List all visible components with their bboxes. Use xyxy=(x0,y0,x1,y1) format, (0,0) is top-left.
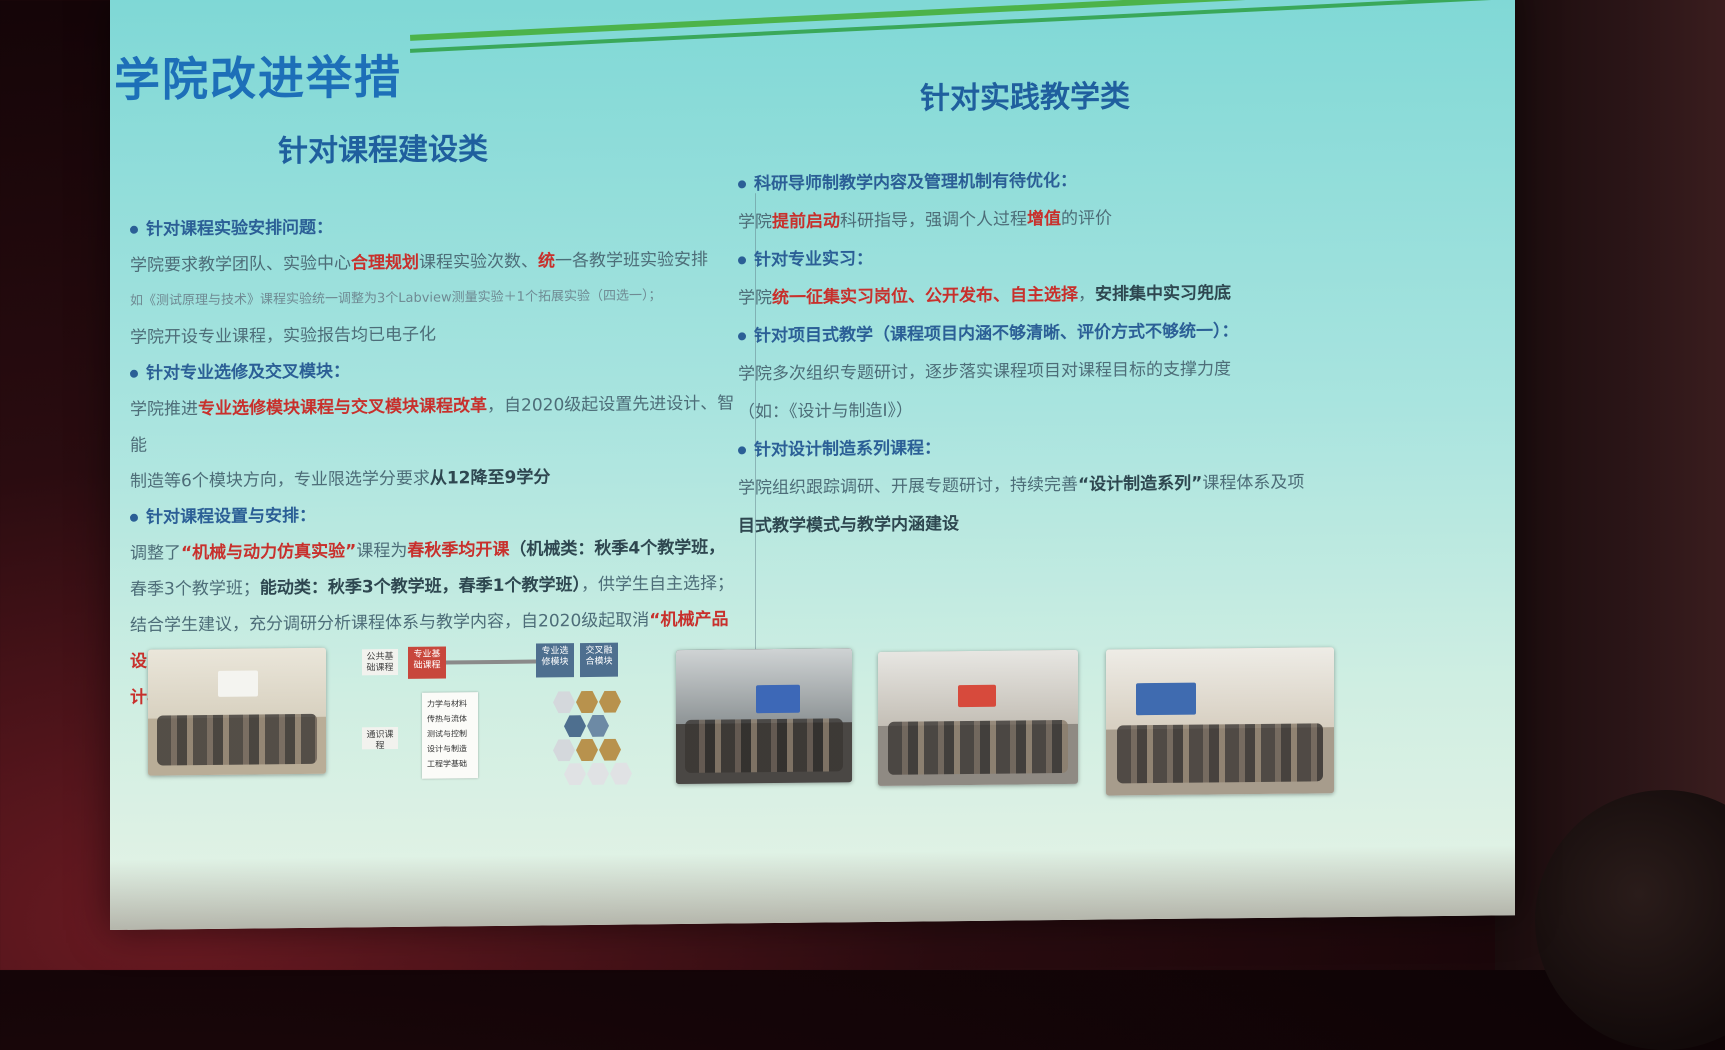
diagram-hexagon xyxy=(599,739,621,761)
meeting-photo-2 xyxy=(676,648,852,785)
highlight: 提前启动 xyxy=(772,211,840,233)
diagram-hexagon xyxy=(576,739,598,761)
meeting-photo-4 xyxy=(1106,647,1334,796)
text: 课程实验次数、 xyxy=(419,251,538,273)
bold: 从12降至9学分 xyxy=(429,467,551,489)
photo-screen xyxy=(218,670,258,697)
bullet-dot-icon xyxy=(738,256,746,265)
photo-screen xyxy=(756,684,800,714)
highlight: 统一征集实习岗位、公开发布、自主选择 xyxy=(772,284,1078,309)
bullet-label: 针对专业选修及交叉模块： xyxy=(146,361,350,384)
text: 制造等6个模块方向，专业限选学分要求 xyxy=(130,468,430,492)
text: 调整了 xyxy=(130,543,181,564)
diagram-hexagon xyxy=(553,739,575,761)
right-column: 科研导师制教学内容及管理机制有待优化： 学院提前启动科研指导，强调个人过程增值的… xyxy=(738,159,1388,546)
bullet-dot-icon xyxy=(130,513,138,522)
text: 结合学生建议，充分调研分析课程体系与教学内容，自2020级起取消 xyxy=(130,610,650,636)
diagram-box-public: 公共基础课程 xyxy=(362,648,398,676)
photo-people xyxy=(1117,723,1323,784)
highlight: 统 xyxy=(538,251,555,272)
bullet-label: 针对项目式教学（课程项目内涵不够清晰、评价方式不够统一）： xyxy=(754,321,1239,347)
highlight: 专业选修模块课程与交叉模块课程改革 xyxy=(198,396,487,420)
highlight: 合理规划 xyxy=(351,252,419,274)
text: ， xyxy=(1078,284,1095,305)
bold: 能动类：秋季3个教学班，春季1个教学班） xyxy=(259,575,581,599)
bullet-dot-icon xyxy=(738,180,746,189)
bullet-label: 针对设计制造系列课程： xyxy=(754,438,941,461)
text: 一各教学班实验安排 xyxy=(555,249,708,272)
diagram-list-item: 力学与材料 xyxy=(427,699,467,709)
bullet-dot-icon xyxy=(130,369,138,378)
text: 学院推进 xyxy=(130,399,198,420)
meeting-photo-3 xyxy=(878,649,1078,786)
meeting-photo-1 xyxy=(148,647,326,776)
right-heading: 针对实践教学类 xyxy=(920,79,1130,117)
photo-people xyxy=(684,718,844,774)
diagram-box-elective: 专业选修模块 xyxy=(536,643,574,678)
bullet-label: 针对课程实验安排问题： xyxy=(146,217,333,240)
photo-screen xyxy=(958,684,996,708)
diagram-hexagon xyxy=(587,763,609,785)
left-b1-line2: 如《测试原理与技术》课程实验统一调整为3个Labview测量实验＋1个拓展实验（… xyxy=(130,288,662,309)
bold: “设计制造系列” xyxy=(1078,473,1203,495)
text: 的评价 xyxy=(1061,208,1112,230)
highlight: 春秋季均开课 xyxy=(407,539,510,561)
diagram-hexagon xyxy=(553,691,575,713)
diagram-list-item: 测试与控制 xyxy=(427,729,467,739)
bullet-label: 针对专业实习： xyxy=(754,249,873,271)
diagram-connector xyxy=(446,659,536,665)
diagram-hexagon xyxy=(587,715,609,737)
bullet-label: 针对课程设置与安排： xyxy=(146,505,316,528)
text: 学院组织跟踪调研、开展专题研讨，持续完善 xyxy=(738,474,1078,499)
diagram-box-professional: 专业基础课程 xyxy=(408,646,446,679)
bold: （机械类：秋季4个教学班， xyxy=(509,537,726,560)
text: 春季3个教学班； xyxy=(130,578,260,600)
bold: 安排集中实习兜底 xyxy=(1095,283,1231,305)
diagram-box-general: 通识课程 xyxy=(362,726,398,751)
diagram-list-item: 传热与流体 xyxy=(427,714,467,724)
diagram-hexagon xyxy=(564,763,586,785)
photo-people xyxy=(888,719,1068,776)
text: 课程为 xyxy=(356,540,408,562)
text: ，供学生自主选择； xyxy=(581,573,734,596)
diagram-hexagon xyxy=(610,763,632,785)
left-b2-line1: 学院推进专业选修模块课程与交叉模块课程改革，自2020级起设置先进设计、智能 xyxy=(130,385,740,463)
bullet-dot-icon xyxy=(738,332,746,341)
photo-people xyxy=(156,713,318,766)
right-b4-line1: 学院组织跟踪调研、开展专题研讨，持续完善“设计制造系列”课程体系及项 xyxy=(738,463,1388,508)
left-heading: 针对课程建设类 xyxy=(278,132,488,170)
photo-screen xyxy=(1136,682,1196,716)
diagram-list: 力学与材料 传热与流体 测试与控制 设计与制造 工程学基础 xyxy=(422,692,478,779)
text: 课程体系及项 xyxy=(1202,472,1305,494)
highlight: “机械与动力仿真实验” xyxy=(181,541,357,564)
right-b4-line2: 目式教学模式与教学内涵建设 xyxy=(738,514,959,537)
diagram-box-cross: 交叉融合模块 xyxy=(580,642,618,678)
text: 科研指导，强调个人过程 xyxy=(840,209,1027,232)
bullet-label: 科研导师制教学内容及管理机制有待优化： xyxy=(754,170,1077,195)
bullet-dot-icon xyxy=(130,225,138,234)
text: 学院 xyxy=(738,212,772,233)
course-structure-diagram: 公共基础课程 专业基础课程 专业选修模块 交叉融合模块 通识课程 力学与材料 传… xyxy=(348,634,638,797)
bullet-dot-icon xyxy=(738,446,746,455)
slide-title: 学院改进举措 xyxy=(114,49,402,107)
highlight: 增值 xyxy=(1027,209,1061,230)
text: 学院要求教学团队、实验中心 xyxy=(130,253,351,276)
diagram-hexagon xyxy=(599,691,621,713)
text: 学院 xyxy=(738,288,772,309)
projection-screen: 学院改进举措 针对课程建设类 针对实践教学类 针对课程实验安排问题： 学院要求教… xyxy=(110,0,1515,931)
diagram-list-item: 工程学基础 xyxy=(427,759,467,769)
diagram-list-item: 设计与制造 xyxy=(427,744,467,754)
diagram-hexagon xyxy=(576,691,598,713)
screen-bottom-shade xyxy=(110,845,1515,930)
diagram-hexagon xyxy=(564,715,586,737)
